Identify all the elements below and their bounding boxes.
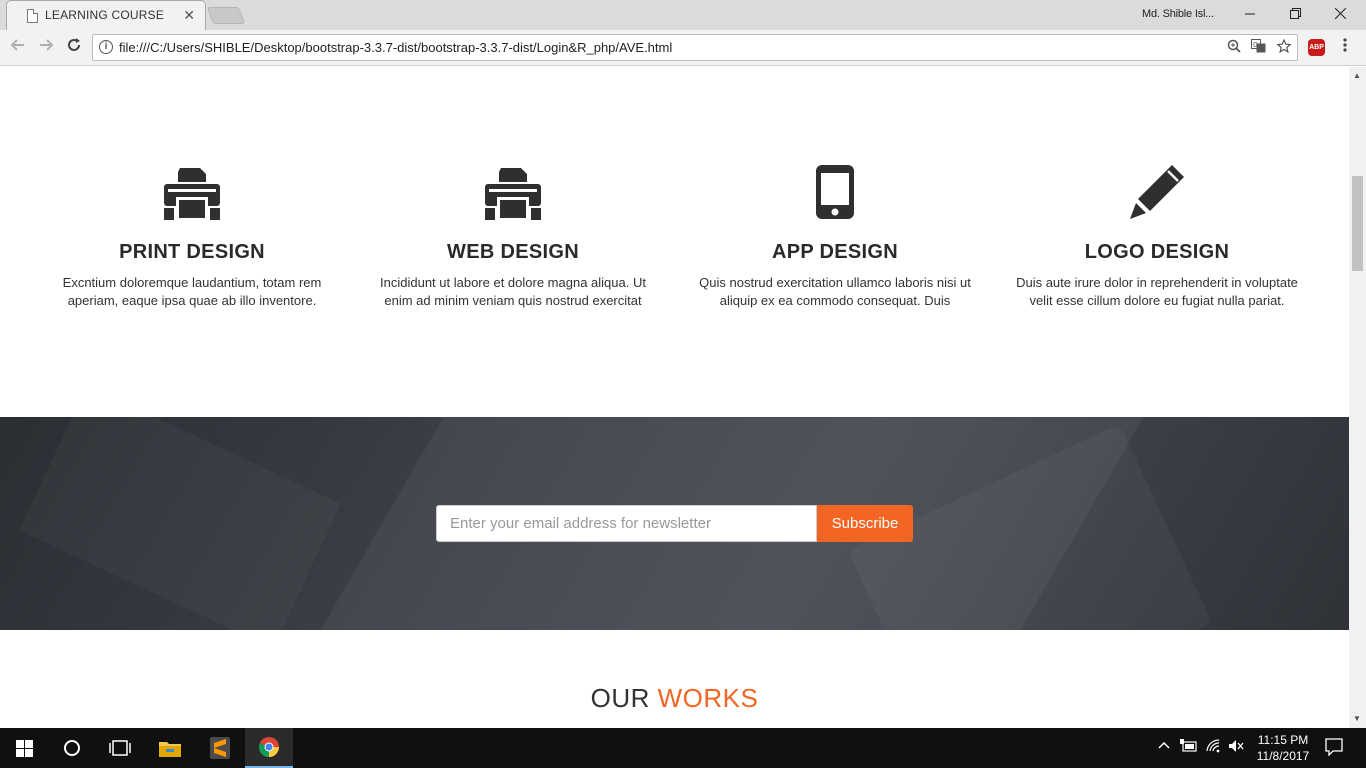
service-app-design: APP DESIGN Quis nostrud exercitation ull… (685, 162, 985, 310)
file-explorer-button[interactable] (146, 728, 194, 768)
back-button[interactable] (8, 37, 28, 57)
star-icon[interactable] (1276, 38, 1292, 56)
windows-logo-icon (15, 739, 33, 757)
scroll-up-icon[interactable]: ▲ (1353, 71, 1361, 80)
task-view-button[interactable] (96, 728, 144, 768)
browser-menu-icon[interactable] (1343, 37, 1347, 59)
search-button[interactable] (48, 728, 96, 768)
document-icon (27, 9, 38, 23)
service-web-design: WEB DESIGN Incididunt ut labore et dolor… (363, 162, 663, 310)
translate-icon[interactable]: G (1251, 39, 1266, 56)
browser-tab[interactable]: LEARNING COURSE ✕ (6, 0, 206, 30)
browser-tab-strip: LEARNING COURSE ✕ Md. Shible Isl... (0, 0, 1366, 30)
folder-icon (159, 742, 181, 757)
reload-icon (68, 38, 80, 51)
sublime-text-button[interactable] (196, 728, 244, 768)
works-section-title: OUR WORKS (0, 683, 1349, 714)
minimize-icon (1245, 13, 1255, 15)
pencil-icon (1130, 165, 1184, 219)
chevron-up-icon[interactable] (1158, 739, 1170, 754)
reload-button[interactable] (64, 37, 84, 57)
service-description: Duis aute irure dolor in reprehenderit i… (1016, 275, 1298, 308)
new-tab-button[interactable] (206, 7, 246, 24)
battery-icon[interactable] (1180, 739, 1198, 756)
restore-button[interactable] (1273, 3, 1317, 27)
works-title-accent: WORKS (657, 683, 759, 713)
background-decoration (19, 417, 340, 630)
arrow-left-icon (10, 39, 24, 51)
cortana-icon (64, 740, 80, 756)
close-window-button[interactable] (1318, 3, 1362, 27)
arrow-right-icon (40, 39, 54, 51)
info-icon[interactable]: i (99, 40, 113, 54)
service-logo-design: LOGO DESIGN Duis aute irure dolor in rep… (1007, 162, 1307, 310)
page-viewport: PRINT DESIGN Excntium doloremque laudant… (0, 67, 1349, 728)
tab-close-icon[interactable]: ✕ (183, 7, 195, 23)
service-title: LOGO DESIGN (1084, 241, 1230, 263)
works-title-main: OUR (590, 683, 650, 713)
newsletter-section: Subscribe (0, 417, 1349, 630)
address-bar[interactable]: i file:///C:/Users/SHIBLE/Desktop/bootst… (92, 34, 1298, 61)
volume-muted-icon[interactable] (1228, 739, 1244, 756)
chrome-icon (259, 737, 280, 758)
adblock-icon[interactable]: ABP (1308, 39, 1325, 56)
start-button[interactable] (0, 728, 48, 768)
profile-name[interactable]: Md. Shible Isl... (1142, 8, 1214, 20)
service-description: Quis nostrud exercitation ullamco labori… (699, 275, 971, 308)
tab-title: LEARNING COURSE (45, 8, 165, 22)
service-print-design: PRINT DESIGN Excntium doloremque laudant… (42, 162, 342, 310)
service-description: Incididunt ut labore et dolore magna ali… (380, 275, 646, 308)
chrome-button[interactable] (245, 728, 293, 768)
clock-time: 11:15 PM (1257, 733, 1309, 747)
print-icon (485, 168, 541, 220)
browser-toolbar: i file:///C:/Users/SHIBLE/Desktop/bootst… (0, 30, 1366, 66)
clock-date: 11/8/2017 (1256, 749, 1310, 763)
service-title: PRINT DESIGN (119, 241, 265, 263)
zoom-icon[interactable] (1227, 39, 1241, 56)
svg-text:G: G (1253, 42, 1258, 49)
close-icon (1334, 7, 1346, 20)
newsletter-email-input[interactable] (436, 505, 817, 542)
system-clock[interactable]: 11:15 PM 11/8/2017 (1248, 732, 1318, 764)
url-text[interactable]: file:///C:/Users/SHIBLE/Desktop/bootstra… (119, 40, 672, 55)
print-icon (164, 168, 220, 220)
mobile-icon (816, 165, 854, 219)
windows-taskbar: 11:15 PM 11/8/2017 (0, 728, 1366, 768)
scroll-down-icon[interactable]: ▼ (1353, 714, 1361, 723)
service-description: Excntium doloremque laudantium, totam re… (62, 275, 322, 308)
notification-icon[interactable] (1325, 738, 1343, 759)
restore-icon (1289, 8, 1301, 19)
page-scrollbar[interactable]: ▲ ▼ (1349, 67, 1366, 728)
minimize-button[interactable] (1228, 3, 1272, 27)
task-view-icon (109, 740, 131, 756)
scrollbar-thumb[interactable] (1352, 176, 1363, 271)
subscribe-button[interactable]: Subscribe (817, 505, 913, 542)
service-title: WEB DESIGN (447, 241, 579, 263)
wifi-icon[interactable] (1206, 739, 1222, 756)
forward-button[interactable] (36, 37, 56, 57)
sublime-text-icon (210, 737, 230, 759)
service-title: APP DESIGN (772, 241, 898, 263)
